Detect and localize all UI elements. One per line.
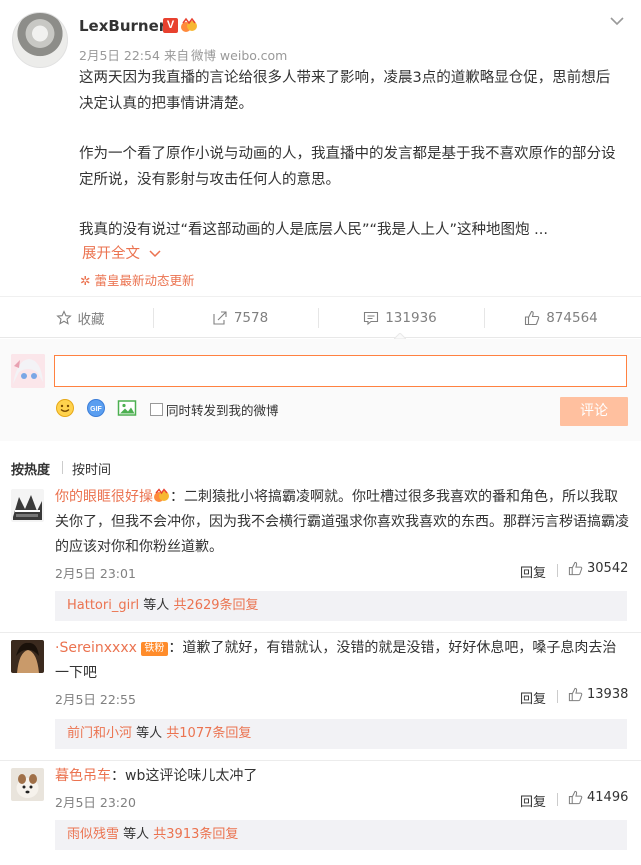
- repost-count: 7578: [233, 310, 269, 326]
- comment-icon: [364, 311, 379, 326]
- chevron-down-icon: [149, 250, 161, 258]
- sub-reply-count[interactable]: 共1077条回复: [166, 726, 251, 741]
- sub-reply-mid: 等人: [132, 726, 167, 741]
- comment-avatar[interactable]: [11, 489, 44, 522]
- sub-replies-link[interactable]: Hattori_girl 等人 共2629条回复: [55, 591, 627, 621]
- comment-input[interactable]: [54, 355, 627, 387]
- comment-avatar[interactable]: [11, 768, 44, 801]
- update-label: 蕾皇最新动态更新: [94, 273, 195, 288]
- author-avatar[interactable]: [12, 12, 68, 68]
- sort-divider: [62, 461, 63, 474]
- post-paragraph-2: 作为一个看了原作小说与动画的人，我直播中的发言都是基于我不喜欢原作的部分设定所说…: [79, 146, 616, 188]
- favorite-button[interactable]: 收藏: [0, 297, 160, 339]
- submit-comment-button[interactable]: 评论: [560, 397, 628, 426]
- post-time[interactable]: 22:54: [124, 48, 160, 63]
- comment-like-button[interactable]: 13938: [568, 687, 628, 702]
- comment-time[interactable]: 2月5日 23:01: [55, 563, 136, 582]
- thumbs-up-icon: [568, 790, 583, 805]
- sort-by-hot-tab[interactable]: 按热度: [11, 459, 50, 478]
- thumbs-up-icon: [525, 310, 540, 326]
- expand-full-text-link[interactable]: 展开全文: [82, 242, 161, 263]
- verified-badge: V: [163, 18, 178, 33]
- post-source-prefix: 来自: [163, 48, 189, 63]
- post-paragraph-1: 这两天因为我直播的言论给很多人带来了影响，凌晨3点的道歉略显仓促，思前想后决定认…: [79, 70, 611, 112]
- reply-button[interactable]: 回复: [520, 562, 546, 581]
- comment-divider: [0, 760, 641, 761]
- update-link[interactable]: ✲ 蕾皇最新动态更新: [80, 270, 194, 289]
- comment-like-button[interactable]: 41496: [568, 790, 628, 805]
- sub-replies-link[interactable]: 雨似残雪 等人 共3913条回复: [55, 820, 627, 850]
- comment-like-count: 41496: [587, 790, 629, 805]
- comment-like-button[interactable]: 30542: [568, 561, 628, 576]
- vip-crown-icon: [181, 17, 197, 32]
- comment-time[interactable]: 2月5日 23:20: [55, 792, 136, 811]
- like-count: 874564: [546, 310, 598, 326]
- reply-button[interactable]: 回复: [520, 791, 546, 810]
- sub-reply-count[interactable]: 共2629条回复: [173, 598, 258, 613]
- action-divider: [153, 308, 154, 328]
- post-date[interactable]: 2月5日: [79, 48, 120, 63]
- sort-by-time-tab[interactable]: 按时间: [72, 459, 111, 478]
- fan-badge: 铁粉: [141, 642, 169, 656]
- favorite-label: 收藏: [77, 312, 105, 328]
- comment-like-count: 13938: [587, 687, 629, 702]
- comment-body: ·Sereinxxxx 铁粉 ：道歉了就好，有错就认，没错的就是没错，好好休息吧…: [55, 636, 630, 686]
- post-paragraph-3: 我真的没有说过“看这部动画的人是底层人民”“我是人上人”这种地图炮 ...: [79, 222, 548, 238]
- current-user-avatar[interactable]: [11, 354, 45, 388]
- like-button[interactable]: 874564: [481, 297, 641, 339]
- comment-author[interactable]: 你的眼眶很好操: [55, 489, 153, 505]
- thumbs-up-icon: [568, 561, 583, 576]
- repost-button[interactable]: 7578: [160, 297, 320, 339]
- chevron-down-icon[interactable]: [608, 12, 626, 30]
- sub-reply-mid: 等人: [139, 598, 174, 613]
- sub-reply-mid: 等人: [119, 827, 154, 842]
- sparkle-icon: ✲: [80, 273, 91, 288]
- repost-icon: [213, 311, 227, 325]
- svg-text:GIF: GIF: [90, 406, 102, 413]
- action-divider: [318, 308, 319, 328]
- weibo-post-card: LexBurner V 2月5日 22:54 来自 微博 weibo.com 这两天因…: [0, 0, 641, 865]
- sub-reply-user[interactable]: 前门和小河: [67, 726, 132, 741]
- sync-repost-checkbox[interactable]: [150, 403, 163, 416]
- comment-like-count: 30542: [587, 561, 629, 576]
- comment-action-divider: [557, 690, 558, 703]
- image-icon[interactable]: [117, 398, 137, 418]
- comment-count: 131936: [385, 310, 437, 326]
- sync-repost-label: 同时转发到我的微博: [166, 403, 279, 418]
- comment-body: 暮色吊车：wb这评论味儿太冲了: [55, 764, 630, 789]
- thumbs-up-icon: [568, 687, 583, 702]
- comment-avatar[interactable]: [11, 640, 44, 673]
- comment-author[interactable]: ·Sereinxxxx: [55, 640, 137, 656]
- sub-reply-count[interactable]: 共3913条回复: [153, 827, 238, 842]
- comment-time[interactable]: 2月5日 22:55: [55, 689, 136, 708]
- reply-button[interactable]: 回复: [520, 688, 546, 707]
- sync-repost-option[interactable]: 同时转发到我的微博: [150, 400, 279, 419]
- comment-body: 你的眼眶很好操 ：二刺猿批小将搞霸凌啊就。你吐槽过很多我喜欢的番和角色，所以我取关…: [55, 485, 630, 560]
- post-action-bar: 收藏 7578 131936 874564: [0, 296, 641, 338]
- author-name[interactable]: LexBurner: [79, 17, 166, 35]
- sub-replies-link[interactable]: 前门和小河 等人 共1077条回复: [55, 719, 627, 749]
- vip-crown-icon: [154, 488, 169, 502]
- post-source[interactable]: 微博 weibo.com: [191, 48, 287, 63]
- comment-divider: [0, 632, 641, 633]
- expand-label: 展开全文: [82, 246, 140, 262]
- fan-badge-text: 铁粉: [144, 643, 165, 654]
- gif-icon[interactable]: GIF: [86, 398, 106, 418]
- comment-text: ：wb这评论味儿太冲了: [111, 768, 258, 784]
- post-meta: 2月5日 22:54 来自 微博 weibo.com: [79, 45, 291, 64]
- emoji-icon[interactable]: [55, 398, 75, 418]
- comment-text: ：道歉了就好，有错就认，没错的就是没错，好好休息吧，嗓子息肉去治一下吧: [55, 640, 617, 681]
- comment-action-divider: [557, 564, 558, 577]
- pointer-caret: [394, 333, 406, 339]
- comment-author[interactable]: 暮色吊车: [55, 768, 111, 784]
- sub-reply-user[interactable]: 雨似残雪: [67, 827, 119, 842]
- star-icon: [55, 310, 72, 325]
- comment-action-divider: [557, 793, 558, 806]
- sub-reply-user[interactable]: Hattori_girl: [67, 598, 139, 613]
